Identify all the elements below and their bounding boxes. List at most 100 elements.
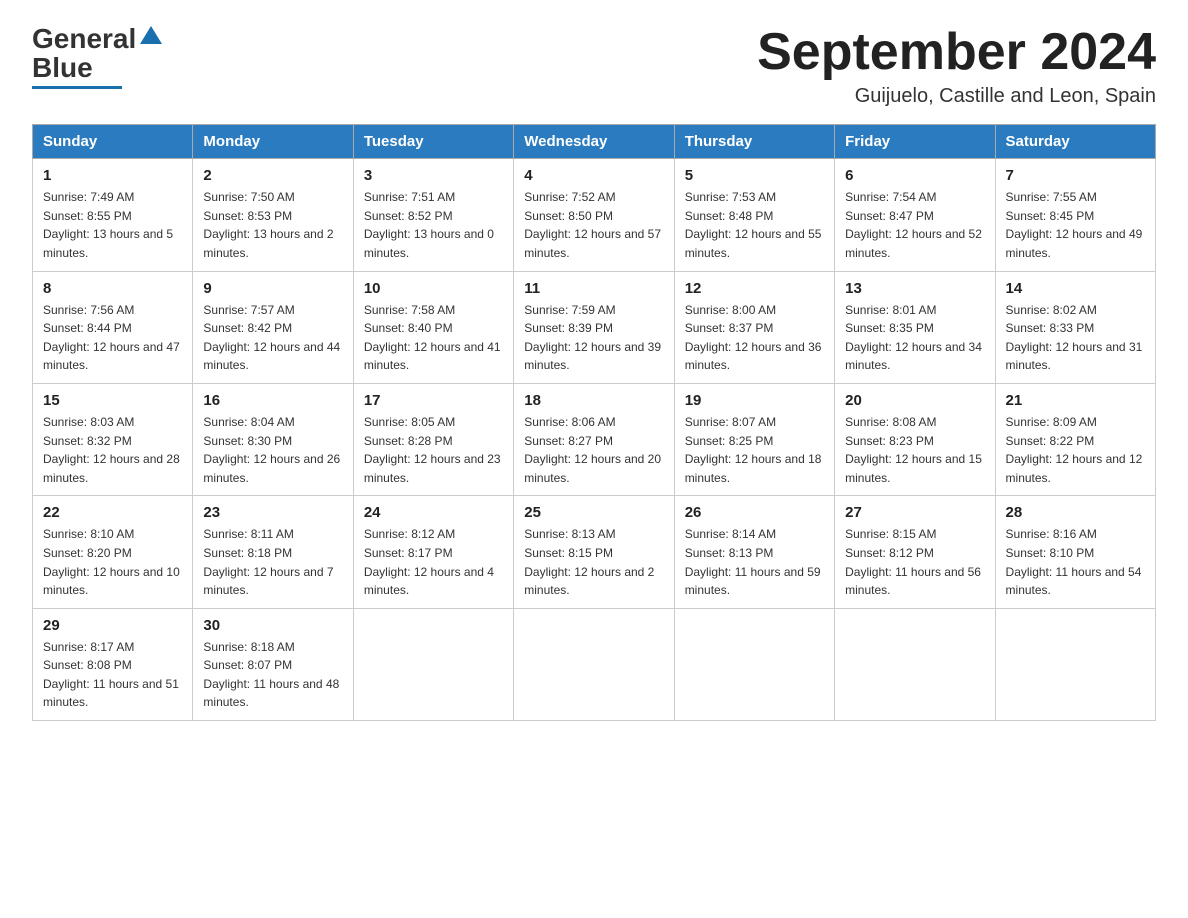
day-info: Sunrise: 8:18 AMSunset: 8:07 PMDaylight:… bbox=[203, 638, 342, 712]
day-info: Sunrise: 8:17 AMSunset: 8:08 PMDaylight:… bbox=[43, 638, 182, 712]
table-row: 2 Sunrise: 7:50 AMSunset: 8:53 PMDaylight… bbox=[193, 159, 353, 271]
day-number: 4 bbox=[524, 167, 663, 184]
day-number: 11 bbox=[524, 280, 663, 297]
col-thursday: Thursday bbox=[674, 125, 834, 159]
day-number: 3 bbox=[364, 167, 503, 184]
calendar-header-row: Sunday Monday Tuesday Wednesday Thursday… bbox=[33, 125, 1156, 159]
day-info: Sunrise: 8:03 AMSunset: 8:32 PMDaylight:… bbox=[43, 413, 182, 487]
table-row: 27 Sunrise: 8:15 AMSunset: 8:12 PMDayligh… bbox=[835, 496, 995, 608]
day-info: Sunrise: 7:59 AMSunset: 8:39 PMDaylight:… bbox=[524, 301, 663, 375]
table-row: 22Sunrise: 8:10 AMSunset: 8:20 PMDayligh… bbox=[33, 496, 193, 608]
day-info: Sunrise: 7:56 AMSunset: 8:44 PMDaylight:… bbox=[43, 301, 182, 375]
day-number: 16 bbox=[203, 392, 342, 409]
day-number: 22 bbox=[43, 504, 182, 521]
day-number: 7 bbox=[1006, 167, 1145, 184]
day-number: 9 bbox=[203, 280, 342, 297]
table-row: 5 Sunrise: 7:53 AMSunset: 8:48 PMDaylight… bbox=[674, 159, 834, 271]
day-info: Sunrise: 8:02 AMSunset: 8:33 PMDaylight:… bbox=[1006, 301, 1145, 375]
day-info: Sunrise: 7:58 AMSunset: 8:40 PMDaylight:… bbox=[364, 301, 503, 375]
day-info: Sunrise: 8:00 AMSunset: 8:37 PMDaylight:… bbox=[685, 301, 824, 375]
day-info: Sunrise: 8:06 AMSunset: 8:27 PMDaylight:… bbox=[524, 413, 663, 487]
table-row: 26Sunrise: 8:14 AMSunset: 8:13 PMDayligh… bbox=[674, 496, 834, 608]
day-info: Sunrise: 7:50 AMSunset: 8:53 PMDaylight:… bbox=[203, 188, 342, 262]
day-info: Sunrise: 7:51 AMSunset: 8:52 PMDaylight:… bbox=[364, 188, 503, 262]
table-row: 18 Sunrise: 8:06 AMSunset: 8:27 PMDayligh… bbox=[514, 383, 674, 495]
table-row: 19 Sunrise: 8:07 AMSunset: 8:25 PMDayligh… bbox=[674, 383, 834, 495]
day-info: Sunrise: 8:14 AMSunset: 8:13 PMDaylight:… bbox=[685, 525, 824, 599]
day-number: 29 bbox=[43, 617, 182, 634]
table-row: 3 Sunrise: 7:51 AMSunset: 8:52 PMDaylight… bbox=[353, 159, 513, 271]
calendar-week-row: 8Sunrise: 7:56 AMSunset: 8:44 PMDaylight… bbox=[33, 271, 1156, 383]
day-info: Sunrise: 8:04 AMSunset: 8:30 PMDaylight:… bbox=[203, 413, 342, 487]
day-number: 2 bbox=[203, 167, 342, 184]
month-title: September 2024 bbox=[757, 24, 1156, 81]
day-number: 24 bbox=[364, 504, 503, 521]
day-info: Sunrise: 7:49 AMSunset: 8:55 PMDaylight:… bbox=[43, 188, 182, 262]
day-number: 30 bbox=[203, 617, 342, 634]
table-row: 4Sunrise: 7:52 AMSunset: 8:50 PMDaylight… bbox=[514, 159, 674, 271]
day-number: 18 bbox=[524, 392, 663, 409]
day-number: 27 bbox=[845, 504, 984, 521]
day-info: Sunrise: 8:13 AMSunset: 8:15 PMDaylight:… bbox=[524, 525, 663, 599]
day-info: Sunrise: 8:01 AMSunset: 8:35 PMDaylight:… bbox=[845, 301, 984, 375]
day-info: Sunrise: 7:54 AMSunset: 8:47 PMDaylight:… bbox=[845, 188, 984, 262]
col-saturday: Saturday bbox=[995, 125, 1155, 159]
logo-underline bbox=[32, 86, 122, 89]
table-row: 12 Sunrise: 8:00 AMSunset: 8:37 PMDayligh… bbox=[674, 271, 834, 383]
table-row: 9 Sunrise: 7:57 AMSunset: 8:42 PMDaylight… bbox=[193, 271, 353, 383]
logo: General Blue bbox=[32, 24, 162, 89]
day-number: 13 bbox=[845, 280, 984, 297]
calendar-week-row: 1 Sunrise: 7:49 AMSunset: 8:55 PMDaylight… bbox=[33, 159, 1156, 271]
table-row bbox=[995, 608, 1155, 720]
day-number: 21 bbox=[1006, 392, 1145, 409]
table-row bbox=[674, 608, 834, 720]
table-row: 20Sunrise: 8:08 AMSunset: 8:23 PMDayligh… bbox=[835, 383, 995, 495]
day-number: 6 bbox=[845, 167, 984, 184]
table-row: 11 Sunrise: 7:59 AMSunset: 8:39 PMDayligh… bbox=[514, 271, 674, 383]
table-row: 10 Sunrise: 7:58 AMSunset: 8:40 PMDayligh… bbox=[353, 271, 513, 383]
logo-general-text: General bbox=[32, 24, 136, 55]
page-header: General Blue September 2024 Guijuelo, Ca… bbox=[32, 24, 1156, 108]
calendar-week-row: 15Sunrise: 8:03 AMSunset: 8:32 PMDayligh… bbox=[33, 383, 1156, 495]
day-info: Sunrise: 7:57 AMSunset: 8:42 PMDaylight:… bbox=[203, 301, 342, 375]
day-number: 25 bbox=[524, 504, 663, 521]
day-info: Sunrise: 8:07 AMSunset: 8:25 PMDaylight:… bbox=[685, 413, 824, 487]
table-row: 24 Sunrise: 8:12 AMSunset: 8:17 PMDayligh… bbox=[353, 496, 513, 608]
logo-triangle-icon bbox=[140, 26, 162, 44]
day-number: 12 bbox=[685, 280, 824, 297]
day-number: 5 bbox=[685, 167, 824, 184]
table-row: 30 Sunrise: 8:18 AMSunset: 8:07 PMDayligh… bbox=[193, 608, 353, 720]
table-row: 15Sunrise: 8:03 AMSunset: 8:32 PMDayligh… bbox=[33, 383, 193, 495]
table-row: 17 Sunrise: 8:05 AMSunset: 8:28 PMDayligh… bbox=[353, 383, 513, 495]
day-number: 10 bbox=[364, 280, 503, 297]
calendar-week-row: 22Sunrise: 8:10 AMSunset: 8:20 PMDayligh… bbox=[33, 496, 1156, 608]
table-row: 29 Sunrise: 8:17 AMSunset: 8:08 PMDayligh… bbox=[33, 608, 193, 720]
day-info: Sunrise: 8:11 AMSunset: 8:18 PMDaylight:… bbox=[203, 525, 342, 599]
table-row: 6 Sunrise: 7:54 AMSunset: 8:47 PMDaylight… bbox=[835, 159, 995, 271]
col-tuesday: Tuesday bbox=[353, 125, 513, 159]
day-info: Sunrise: 7:53 AMSunset: 8:48 PMDaylight:… bbox=[685, 188, 824, 262]
table-row: 28 Sunrise: 8:16 AMSunset: 8:10 PMDayligh… bbox=[995, 496, 1155, 608]
day-info: Sunrise: 8:05 AMSunset: 8:28 PMDaylight:… bbox=[364, 413, 503, 487]
day-number: 19 bbox=[685, 392, 824, 409]
day-number: 17 bbox=[364, 392, 503, 409]
table-row: 25 Sunrise: 8:13 AMSunset: 8:15 PMDayligh… bbox=[514, 496, 674, 608]
table-row: 7 Sunrise: 7:55 AMSunset: 8:45 PMDaylight… bbox=[995, 159, 1155, 271]
day-info: Sunrise: 8:12 AMSunset: 8:17 PMDaylight:… bbox=[364, 525, 503, 599]
col-monday: Monday bbox=[193, 125, 353, 159]
day-info: Sunrise: 8:15 AMSunset: 8:12 PMDaylight:… bbox=[845, 525, 984, 599]
day-info: Sunrise: 7:55 AMSunset: 8:45 PMDaylight:… bbox=[1006, 188, 1145, 262]
day-number: 23 bbox=[203, 504, 342, 521]
day-info: Sunrise: 8:16 AMSunset: 8:10 PMDaylight:… bbox=[1006, 525, 1145, 599]
title-area: September 2024 Guijuelo, Castille and Le… bbox=[757, 24, 1156, 108]
day-info: Sunrise: 8:09 AMSunset: 8:22 PMDaylight:… bbox=[1006, 413, 1145, 487]
table-row: 8Sunrise: 7:56 AMSunset: 8:44 PMDaylight… bbox=[33, 271, 193, 383]
table-row: 16 Sunrise: 8:04 AMSunset: 8:30 PMDayligh… bbox=[193, 383, 353, 495]
col-friday: Friday bbox=[835, 125, 995, 159]
day-number: 1 bbox=[43, 167, 182, 184]
col-sunday: Sunday bbox=[33, 125, 193, 159]
table-row: 14Sunrise: 8:02 AMSunset: 8:33 PMDayligh… bbox=[995, 271, 1155, 383]
calendar-table: Sunday Monday Tuesday Wednesday Thursday… bbox=[32, 124, 1156, 721]
table-row bbox=[353, 608, 513, 720]
day-number: 28 bbox=[1006, 504, 1145, 521]
